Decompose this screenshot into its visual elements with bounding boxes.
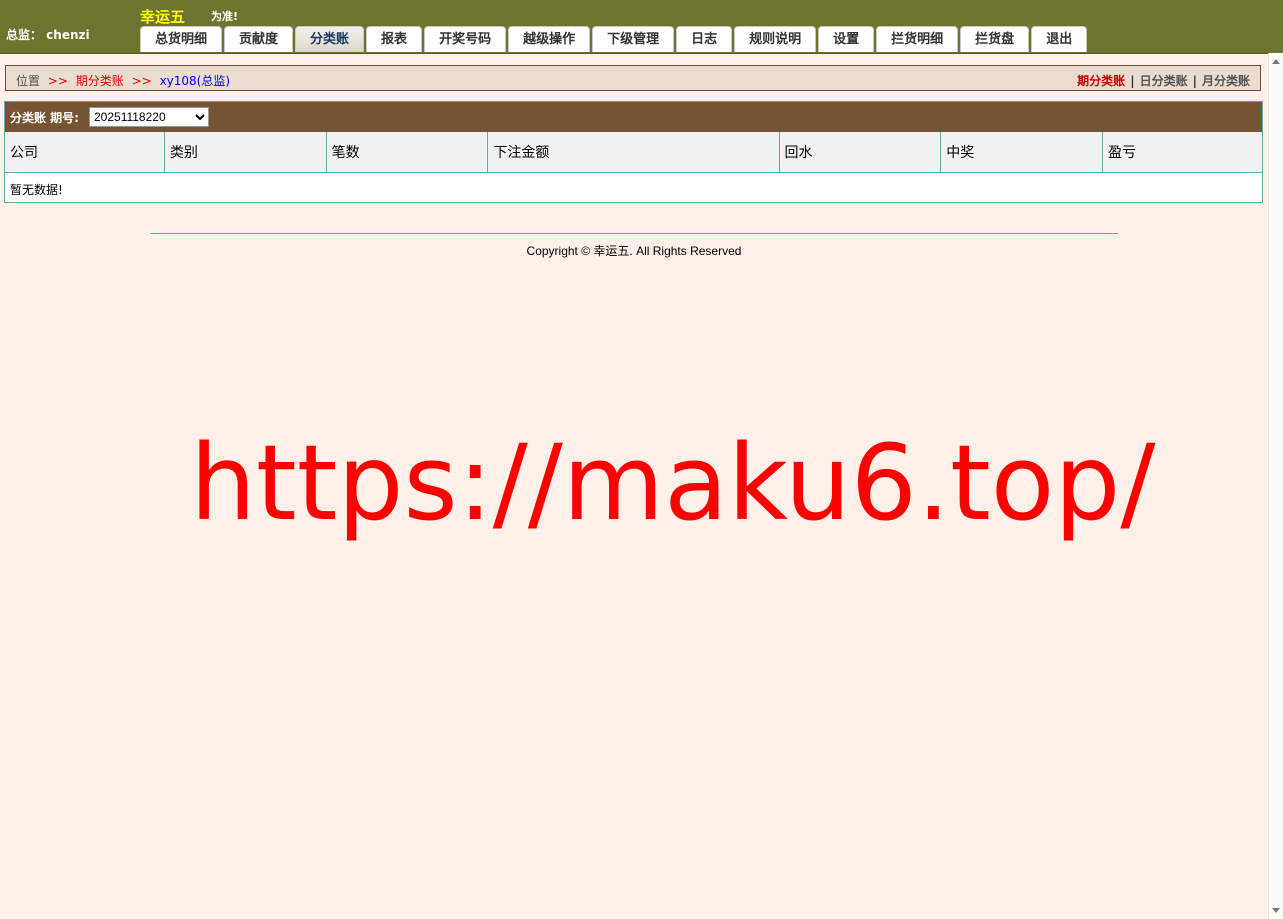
breadcrumb-separator: >>: [47, 74, 68, 88]
daily-ledger-link[interactable]: 日分类账: [1140, 74, 1188, 88]
tab-8[interactable]: 规则说明: [734, 26, 817, 52]
column-header: 公司: [5, 132, 165, 173]
vertical-scrollbar[interactable]: [1268, 53, 1283, 919]
tab-7[interactable]: 日志: [676, 26, 733, 52]
tab-5[interactable]: 越级操作: [508, 26, 591, 52]
period-ledger-link[interactable]: 期分类账: [1077, 74, 1125, 88]
watermark-url: https://maku6.top/: [190, 422, 1156, 544]
tab-3[interactable]: 报表: [366, 26, 423, 52]
column-header: 类别: [164, 132, 327, 173]
ledger-panel: 分类账 期号: 20251118220 公司 类别 笔数 下注金额 回水 中奖 盈亏 暂无数…: [4, 101, 1263, 203]
brand-note: 为准!: [211, 10, 239, 23]
breadcrumb-current[interactable]: 期分类账: [76, 74, 124, 88]
top-bar: 总监： chenzi 幸运五 为准! 总货明细 贡献度 分类账 报表 开奖号码 越级操作下…: [0, 0, 1283, 54]
breadcrumb: 位置 >> 期分类账 >> xy108(总监) 期分类账 | 日分类账 | 月分类账: [5, 65, 1261, 91]
table-header-row: 公司 类别 笔数 下注金额 回水 中奖 盈亏: [5, 132, 1262, 173]
ledger-table: 公司 类别 笔数 下注金额 回水 中奖 盈亏 暂无数据!: [5, 132, 1262, 205]
tab-11[interactable]: 拦货盘: [960, 26, 1030, 52]
period-select[interactable]: 20251118220: [89, 107, 209, 127]
breadcrumb-position: 位置: [16, 74, 41, 88]
column-header: 回水: [779, 132, 942, 173]
empty-message: 暂无数据!: [10, 182, 63, 197]
column-header: 下注金额: [487, 132, 780, 173]
tab-10[interactable]: 拦货明细: [876, 26, 959, 52]
ledger-period-links: 期分类账 | 日分类账 | 月分类账: [1077, 74, 1250, 88]
tab-12[interactable]: 退出: [1031, 26, 1088, 52]
breadcrumb-user[interactable]: xy108(总监): [160, 74, 230, 88]
column-header: 盈亏: [1102, 132, 1262, 173]
panel-header: 分类账 期号: 20251118220: [5, 102, 1262, 132]
column-header: 中奖: [940, 132, 1103, 173]
user-info: 总监： chenzi: [6, 28, 90, 42]
column-header: 笔数: [326, 132, 489, 173]
copyright: Copyright © 幸运五. All Rights Reserved: [526, 244, 742, 258]
tab-2[interactable]: 分类账: [295, 26, 365, 52]
tab-9[interactable]: 设置: [818, 26, 875, 52]
brand-title: 幸运五: [140, 8, 186, 26]
monthly-ledger-link[interactable]: 月分类账: [1202, 74, 1250, 88]
period-label: 分类账 期号:: [10, 111, 79, 125]
footer-divider: [150, 233, 1118, 234]
tab-6[interactable]: 下级管理: [592, 26, 675, 52]
scroll-up-arrow-icon[interactable]: [1272, 59, 1280, 64]
scroll-down-arrow-icon[interactable]: [1272, 908, 1280, 913]
table-row: 暂无数据!: [5, 173, 1262, 206]
breadcrumb-separator: >>: [131, 74, 152, 88]
main-nav: 总货明细 贡献度 分类账 报表 开奖号码 越级操作 下级管理 日志 规则说明 设置 拦货明细 拦货盘退…: [140, 26, 1089, 53]
tab-1[interactable]: 贡献度: [224, 26, 294, 52]
tab-0[interactable]: 总货明细: [140, 26, 223, 52]
tab-4[interactable]: 开奖号码: [424, 26, 507, 52]
